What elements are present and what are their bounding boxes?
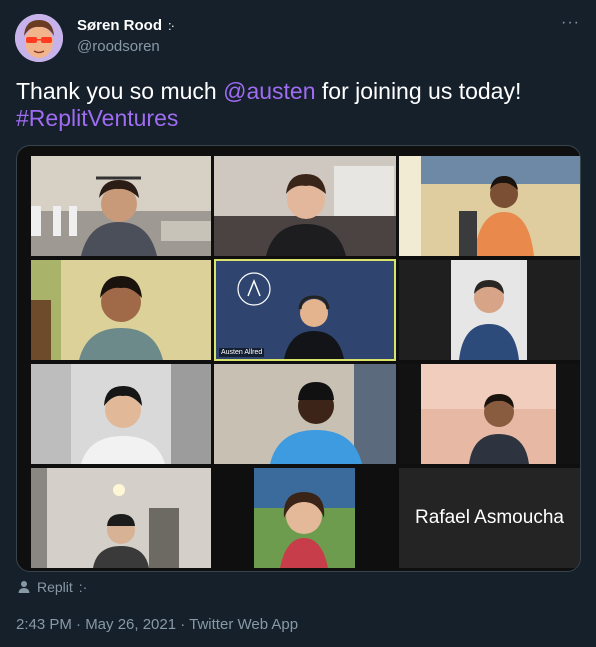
hashtag-link[interactable]: #ReplitVentures	[16, 105, 178, 131]
participant-video-icon	[399, 156, 580, 256]
mention-link[interactable]: @austen	[223, 78, 315, 104]
author-display-name[interactable]: Søren Rood	[77, 17, 162, 34]
video-tile	[214, 364, 396, 464]
tweet: Søren Rood :· @roodsoren ··· Thank you s…	[0, 0, 596, 647]
video-tile: Rafael Asmoucha	[399, 468, 580, 568]
video-tile	[254, 468, 355, 568]
participant-name: Rafael Asmoucha	[415, 507, 564, 528]
video-tile	[31, 260, 211, 360]
video-tile	[399, 364, 580, 464]
tweet-text-part: Thank you so much	[16, 78, 224, 104]
name-badge-icon: :·	[168, 18, 175, 33]
participant-video-icon	[31, 468, 211, 568]
avatar[interactable]	[15, 14, 63, 62]
tweet-timestamp[interactable]: 2:43 PM · May 26, 2021 · Twitter Web App	[16, 616, 298, 633]
person-icon	[18, 581, 30, 593]
participant-video-icon	[216, 261, 394, 359]
participant-video-icon	[31, 364, 211, 464]
participant-name-label: Austen Allred	[219, 348, 265, 357]
retweet-context-badge-icon: :·	[78, 579, 88, 595]
participant-video-icon	[214, 156, 396, 256]
author-handle[interactable]: @roodsoren	[77, 38, 160, 55]
more-options-icon[interactable]: ···	[561, 14, 580, 32]
participant-video-icon	[214, 364, 396, 464]
tweet-media-image[interactable]: Austen Allred Rafael Asmoucha	[16, 145, 581, 572]
participant-video-icon	[399, 260, 580, 360]
video-tile	[399, 260, 580, 360]
participant-video-icon	[399, 364, 580, 464]
video-tile	[399, 156, 580, 256]
video-tile	[214, 156, 396, 256]
tweet-text-part: for joining us today!	[315, 78, 522, 104]
video-tile	[31, 364, 211, 464]
video-tile	[31, 468, 211, 568]
author-name-row[interactable]: Søren Rood :·	[77, 17, 175, 34]
retweet-context-label[interactable]: Replit	[37, 579, 73, 595]
participant-video-icon	[254, 468, 355, 568]
active-speaker-tile: Austen Allred	[214, 259, 396, 361]
video-tile	[31, 156, 211, 256]
retweet-context[interactable]: Replit :·	[17, 579, 87, 595]
participant-video-icon	[31, 156, 211, 256]
participant-video-icon	[31, 260, 211, 360]
tweet-text: Thank you so much @austen for joining us…	[16, 78, 576, 132]
